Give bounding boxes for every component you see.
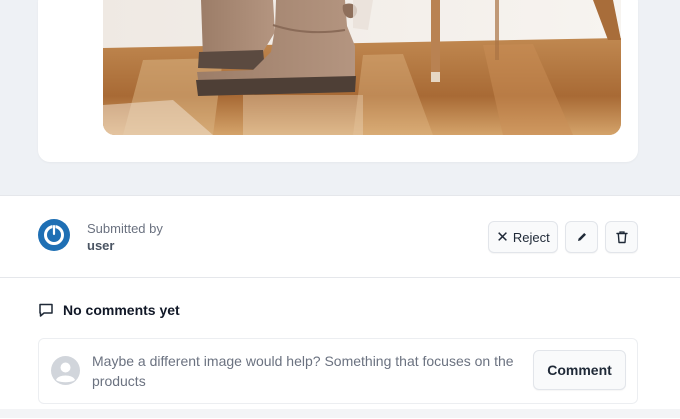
comments-header-text: No comments yet [63, 302, 180, 318]
user-avatar-icon [38, 219, 70, 251]
comment-input[interactable]: Maybe a different image would help? Some… [92, 351, 522, 391]
pencil-icon [577, 233, 586, 241]
submitted-by-user: user [87, 238, 115, 253]
submitted-by-label: Submitted by [87, 221, 163, 236]
image-section [0, 0, 680, 195]
comments-header: No comments yet [38, 302, 180, 318]
comment-submit-button[interactable]: Comment [533, 350, 626, 390]
delete-button[interactable] [605, 221, 638, 253]
submitter-row: Submitted by user ✕ Reject [0, 196, 680, 278]
submission-panel: Submitted by user ✕ Reject No comments y… [0, 195, 680, 419]
comment-composer: Maybe a different image would help? Some… [38, 338, 638, 404]
close-icon: ✕ [496, 228, 509, 246]
edit-button[interactable] [565, 221, 598, 253]
submitted-photo [103, 0, 621, 135]
reject-button[interactable]: ✕ Reject [488, 221, 558, 253]
image-card [38, 0, 638, 162]
reject-button-label: Reject [512, 229, 550, 245]
comment-bubble-icon [39, 303, 53, 317]
footer-divider [0, 409, 680, 418]
default-avatar-icon [51, 356, 80, 385]
trash-icon [615, 231, 628, 244]
